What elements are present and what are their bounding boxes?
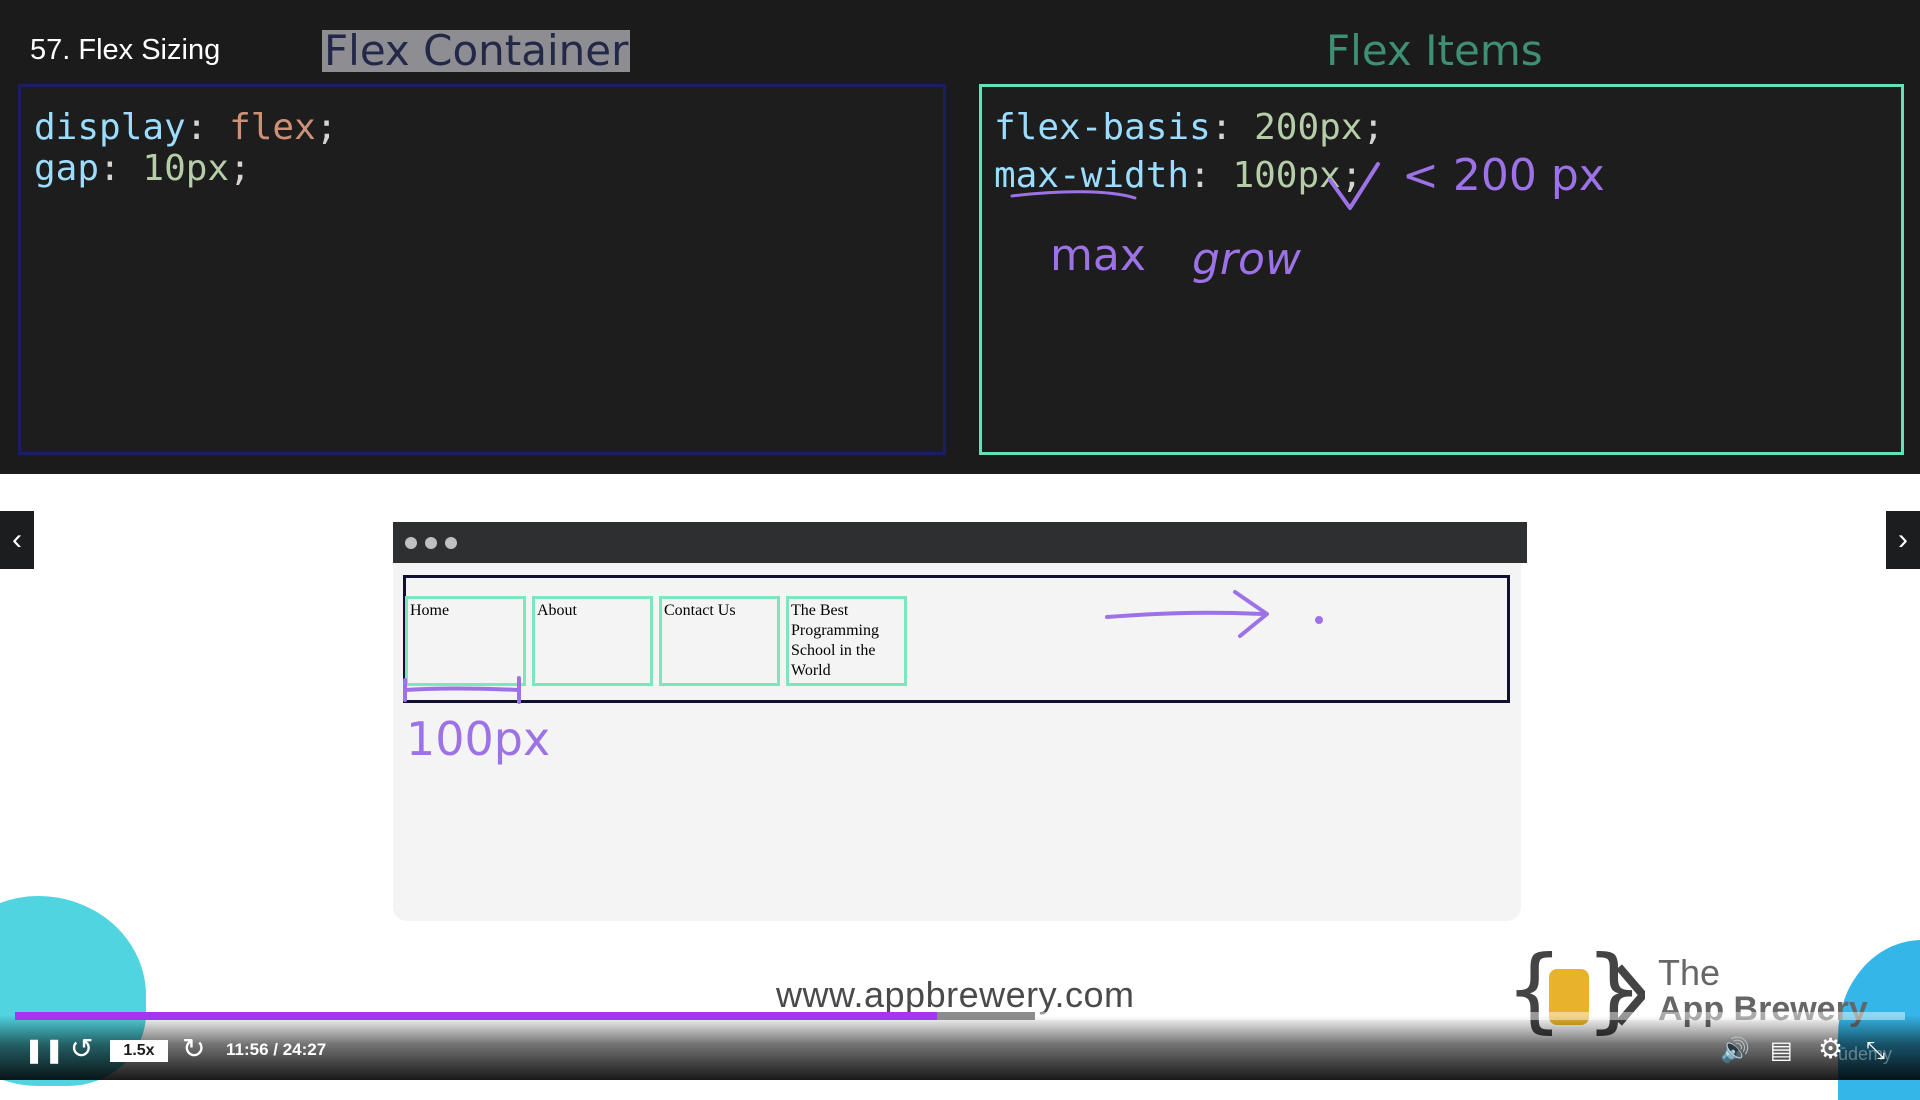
css-value: 10px xyxy=(142,148,230,189)
code-line: gap: 10px; xyxy=(34,148,251,189)
width-annotation: 100px xyxy=(406,712,551,766)
captions-button[interactable]: ▤ xyxy=(1770,1036,1793,1066)
width-bracket-mark xyxy=(403,676,521,704)
code-line: flex-basis: 200px; xyxy=(994,107,1385,148)
website-url: www.appbrewery.com xyxy=(776,974,1135,1015)
arrow-right-icon xyxy=(1105,610,1265,619)
checkmark-icon xyxy=(1328,162,1380,210)
volume-icon: 🔊 xyxy=(1720,1037,1750,1064)
rewind-button[interactable]: ↺ xyxy=(70,1034,93,1064)
browser-window-bar xyxy=(393,522,1527,563)
previous-lecture-button[interactable]: ‹ xyxy=(0,511,34,569)
css-value: flex xyxy=(229,107,316,148)
rewind-icon: ↺ xyxy=(70,1033,94,1064)
compare-annotation: < 200 px xyxy=(1402,150,1605,201)
forward-icon: ↻ xyxy=(182,1033,206,1064)
window-dot-icon xyxy=(405,537,417,549)
demo-annotations xyxy=(403,590,1323,704)
time-display: 11:56 / 24:27 xyxy=(226,1040,327,1059)
flex-container-code-panel: display: flex; gap: 10px; xyxy=(18,84,946,455)
chevron-right-icon: › xyxy=(1898,523,1908,556)
css-property: gap xyxy=(34,148,100,189)
next-lecture-button[interactable]: › xyxy=(1886,511,1920,569)
grow-annotation: grow xyxy=(1192,234,1301,285)
underline-mark xyxy=(1010,190,1137,200)
css-property: display xyxy=(34,107,186,148)
css-value: 200px xyxy=(1254,107,1363,148)
pause-icon: ❚❚ xyxy=(24,1037,65,1064)
flex-items-heading: Flex Items xyxy=(1326,26,1543,75)
flex-container-heading: Flex Container xyxy=(322,26,631,75)
window-dot-icon xyxy=(425,537,437,549)
css-property: flex-basis xyxy=(994,107,1211,148)
code-line: display: flex; xyxy=(34,107,338,148)
lecture-title: 57. Flex Sizing xyxy=(30,34,221,66)
playback-speed-button[interactable]: 1.5x xyxy=(110,1040,168,1062)
udemy-watermark: ūdemy xyxy=(1838,1044,1893,1064)
captions-icon: ▤ xyxy=(1770,1037,1793,1064)
forward-button[interactable]: ↻ xyxy=(182,1034,205,1064)
pause-button[interactable]: ❚❚ xyxy=(24,1036,64,1066)
progress-fill xyxy=(15,1012,937,1020)
window-dot-icon xyxy=(445,537,457,549)
volume-button[interactable]: 🔊 xyxy=(1720,1036,1750,1066)
max-annotation: max xyxy=(1050,230,1146,281)
brand-name: The xyxy=(1658,952,1721,993)
chevron-left-icon: ‹ xyxy=(12,523,22,556)
